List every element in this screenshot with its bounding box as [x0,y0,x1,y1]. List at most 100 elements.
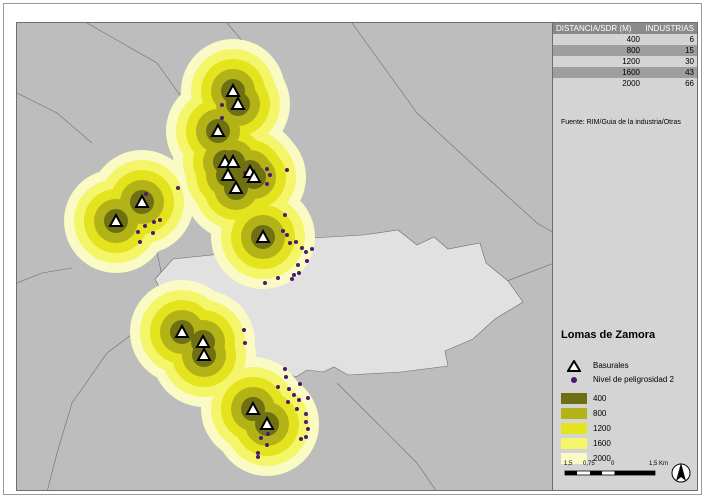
industry-point [266,432,270,436]
table-cell-industries: 66 [685,79,694,88]
industry-point [310,247,314,251]
industry-point [285,233,289,237]
industry-point [158,218,162,222]
table-row: 800 15 [553,45,697,56]
industry-point [292,393,296,397]
industry-point [283,367,287,371]
buffer-label: 400 [593,394,607,403]
buffer-swatch [561,393,587,405]
table-cell-industries: 30 [685,57,694,66]
boundary-line [336,382,436,490]
legend-buffer-item: 800 [561,407,606,420]
industry-point [299,437,303,441]
north-arrow-icon [671,461,691,485]
industry-point [306,427,310,431]
boundary-line [47,322,148,490]
industry-point [300,246,304,250]
legend-basurales-label: Basurales [593,361,629,370]
industry-point [286,400,290,404]
industry-point [152,220,156,224]
table-row: 1600 43 [553,67,697,78]
table-cell-distance: 1600 [622,68,640,77]
scale-bar: 1,5 0,75 0 1,5 Km [559,461,669,483]
distance-table: DISTANCIA/SDR (M) INDUSTRIAS 400 6 800 15 12… [553,23,697,89]
buffer-label: 1600 [593,439,611,448]
table-header: DISTANCIA/SDR (M) INDUSTRIAS [553,23,697,34]
table-cell-industries: 15 [685,46,694,55]
industry-point [292,273,296,277]
table-rows: 400 6 800 15 1200 30 1600 43 2000 66 [553,34,697,89]
table-row: 2000 66 [553,78,697,89]
industry-point [297,398,301,402]
boundary-line [351,23,552,233]
industry-point [220,103,224,107]
industry-point [243,341,247,345]
industry-point [143,224,147,228]
industry-point [290,277,294,281]
map-canvas[interactable] [16,22,553,491]
industry-point [176,186,180,190]
industry-point [304,435,308,439]
industry-point [265,167,269,171]
industry-point [297,271,301,275]
industry-point [281,229,285,233]
legend-item-industries: Nivel de peligrosidad 2 [561,373,674,386]
buffer-swatch [561,438,587,450]
buffer-label: 800 [593,409,607,418]
source-note: Fuente: RIM/Guia de la industria/Otras [561,119,681,126]
boundary-line [506,263,552,282]
boundary-line [17,92,93,144]
industry-point [285,168,289,172]
industry-point [136,230,140,234]
industry-point [304,250,308,254]
buffer-label: 1200 [593,424,611,433]
header-distance: DISTANCIA/SDR (M) [556,24,632,33]
legend-industries-label: Nivel de peligrosidad 2 [593,375,674,384]
table-cell-industries: 6 [689,35,694,44]
industry-point [276,276,280,280]
industry-point [296,263,300,267]
buffer-swatch [561,408,587,420]
map-frame: DISTANCIA/SDR (M) INDUSTRIAS 400 6 800 15 12… [3,3,702,495]
industry-point [304,420,308,424]
table-cell-distance: 800 [626,46,640,55]
industry-point [288,241,292,245]
triangle-icon [561,359,587,372]
industry-point [263,281,267,285]
scale-graphic [564,470,656,476]
legend-title: Lomas de Zamora [561,329,656,341]
table-row: 1200 30 [553,56,697,67]
legend-buffer-item: 1600 [561,437,611,450]
legend-item-basurales: Basurales [561,359,629,372]
industry-point [304,412,308,416]
table-cell-distance: 1200 [622,57,640,66]
legend-buffer-item: 1200 [561,422,611,435]
legend-buffer-item: 400 [561,392,606,405]
industry-point [294,240,298,244]
industry-point [265,443,269,447]
industry-point [144,192,148,196]
industry-point [242,328,246,332]
industry-point [259,436,263,440]
industry-point [256,455,260,459]
industry-point [276,385,280,389]
industry-point [138,240,142,244]
table-cell-distance: 2000 [622,79,640,88]
map-svg [17,23,552,490]
industry-point [287,387,291,391]
industry-point [305,259,309,263]
industry-point [256,451,260,455]
industry-point [268,173,272,177]
table-row: 400 6 [553,34,697,45]
table-cell-industries: 43 [685,68,694,77]
buffer-swatch [561,423,587,435]
industry-point [283,213,287,217]
legend-panel: DISTANCIA/SDR (M) INDUSTRIAS 400 6 800 15 12… [553,22,698,491]
industry-point [265,182,269,186]
dot-icon [561,374,587,386]
industry-point [220,116,224,120]
industry-point [151,231,155,235]
table-cell-distance: 400 [626,35,640,44]
boundary-line [17,267,73,284]
header-industries: INDUSTRIAS [645,24,694,33]
